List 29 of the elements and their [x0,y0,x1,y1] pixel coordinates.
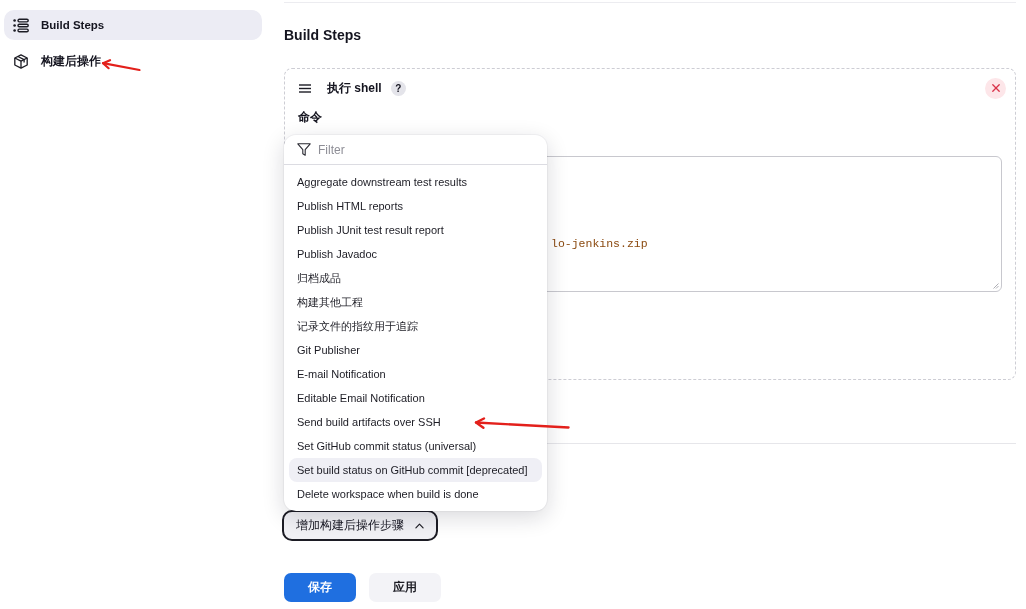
step-title: 执行 shell [327,79,382,97]
menu-item[interactable]: E-mail Notification [289,362,542,386]
list-icon [13,17,29,33]
menu-item[interactable]: 构建其他工程 [289,290,542,314]
menu-item[interactable]: Delete workspace when build is done [289,482,542,506]
filter-input[interactable]: Filter [318,142,535,157]
resize-grip-icon [993,283,999,289]
sidebar-item[interactable]: Build Steps [4,10,262,40]
menu-item[interactable]: Editable Email Notification [289,386,542,410]
chevron-up-icon [415,522,424,529]
help-button[interactable]: ? [390,80,406,96]
close-icon [991,84,1000,92]
filter-icon [297,143,311,156]
save-button[interactable]: 保存 [284,573,356,602]
menu-item[interactable]: Set GitHub commit status (universal) [289,434,542,458]
package-icon [13,53,29,69]
menu-item[interactable]: Set build status on GitHub commit [deprecated] [289,458,542,482]
sidebar-item[interactable]: 构建后操作 [4,46,262,76]
section-heading: Build Steps [284,26,362,45]
menu-item[interactable]: 记录文件的指纹用于追踪 [289,314,542,338]
apply-button[interactable]: 应用 [369,573,441,602]
add-step-button[interactable]: 增加构建后操作步骤 [282,510,438,541]
drag-handle-icon [299,83,311,93]
left-arrow-icon [101,59,141,72]
menu-item[interactable]: Git Publisher [289,338,542,362]
menu-item[interactable]: Send build artifacts over SSH [289,410,542,434]
remove-button[interactable] [985,77,1006,99]
left-arrow-icon [474,417,570,431]
field-label: 命令 [298,109,323,125]
